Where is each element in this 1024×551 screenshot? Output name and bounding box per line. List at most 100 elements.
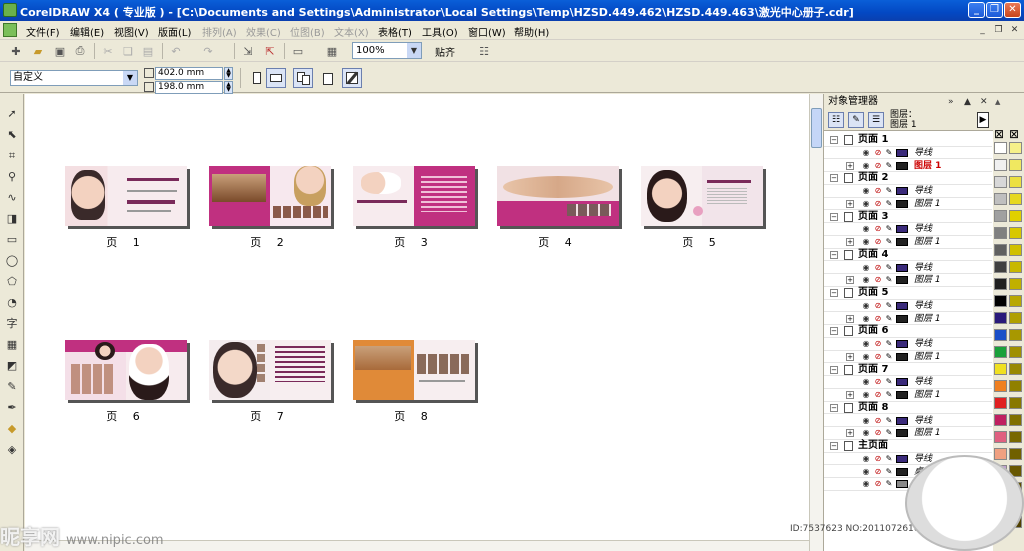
landscape-icon[interactable]: [266, 68, 286, 88]
palette-swatch[interactable]: [994, 295, 1007, 307]
menu-arrange[interactable]: 排列(A): [202, 24, 237, 39]
zoom-level-select[interactable]: 100% ▼: [352, 42, 422, 59]
object-tree-layer[interactable]: + ◉ ⊘ ✎ 图层 1: [824, 313, 992, 326]
pencil-icon[interactable]: ✎: [884, 339, 894, 348]
palette-swatch[interactable]: [994, 346, 1007, 358]
smart-fill-tool-icon[interactable]: ◨: [4, 211, 20, 227]
palette-swatch[interactable]: [1009, 142, 1022, 154]
printer-icon[interactable]: ⊘: [873, 237, 883, 246]
collapse-icon[interactable]: −: [830, 174, 838, 183]
palette-swatch[interactable]: [994, 312, 1007, 324]
palette-scroll-up-icon[interactable]: ▲: [995, 98, 1000, 106]
copy-icon[interactable]: ❏: [120, 43, 136, 59]
menu-bitmaps[interactable]: 位图(B): [290, 24, 325, 39]
menu-window[interactable]: 窗口(W): [468, 24, 506, 39]
palette-swatch[interactable]: [994, 176, 1007, 188]
expand-icon[interactable]: +: [846, 352, 854, 361]
import-icon[interactable]: ⇲: [240, 43, 256, 59]
table-tool-icon[interactable]: ▦: [4, 337, 20, 353]
palette-swatch[interactable]: [1009, 346, 1022, 358]
printer-icon[interactable]: ⊘: [873, 301, 883, 310]
pencil-icon[interactable]: ✎: [884, 224, 894, 233]
expand-icon[interactable]: +: [846, 276, 854, 285]
palette-swatch[interactable]: [994, 278, 1007, 290]
eye-icon[interactable]: ◉: [861, 377, 871, 386]
object-tree-page[interactable]: − 页面 8: [824, 401, 992, 415]
palette-swatch[interactable]: [994, 363, 1007, 375]
maximize-button[interactable]: ❐: [986, 2, 1003, 18]
snap-to-button[interactable]: 贴齐: [435, 44, 455, 59]
object-tree-layer[interactable]: + ◉ ⊘ ✎ 图层 1: [824, 389, 992, 402]
palette-swatch[interactable]: [994, 380, 1007, 392]
outline-pen-tool-icon[interactable]: ✒: [4, 400, 20, 416]
eye-icon[interactable]: ◉: [861, 352, 871, 361]
show-properties-icon[interactable]: ☷: [828, 112, 844, 128]
edit-across-layers-icon[interactable]: ✎: [848, 112, 864, 128]
object-tree-layer[interactable]: + ◉ ⊘ ✎ 图层 1: [824, 274, 992, 287]
menu-table[interactable]: 表格(T): [378, 24, 412, 39]
zoom-tool-icon[interactable]: ⚲: [4, 169, 20, 185]
print-icon[interactable]: ⎙: [72, 43, 88, 59]
fill-tool-icon[interactable]: ◆: [4, 421, 20, 437]
object-tree-page[interactable]: − 页面 1: [824, 134, 992, 147]
printer-icon[interactable]: ⊘: [873, 479, 883, 488]
pencil-icon[interactable]: ✎: [884, 199, 894, 208]
page-thumbnail-4[interactable]: [497, 166, 619, 226]
pencil-icon[interactable]: ✎: [884, 263, 894, 272]
no-color-icon[interactable]: ⊠: [1009, 128, 1019, 140]
palette-swatch[interactable]: [994, 193, 1007, 205]
document-canvas[interactable]: 页 1 页 2 页 3 页 4 页 5 页 6 页 7 页 8: [25, 94, 809, 540]
document-icon[interactable]: [3, 23, 17, 37]
layer-manager-view-icon[interactable]: ☰: [868, 112, 884, 128]
width-spinner[interactable]: ▲ ▼: [224, 67, 233, 80]
basic-shapes-tool-icon[interactable]: ◔: [4, 295, 20, 311]
pencil-icon[interactable]: ✎: [884, 301, 894, 310]
page-thumbnail-1[interactable]: [65, 166, 187, 226]
eye-icon[interactable]: ◉: [861, 199, 871, 208]
menu-tools[interactable]: 工具(O): [422, 24, 458, 39]
eye-icon[interactable]: ◉: [861, 148, 871, 157]
edit-page-icon[interactable]: [342, 68, 362, 88]
doc-restore-button[interactable]: ❐: [992, 24, 1005, 36]
printer-icon[interactable]: ⊘: [873, 390, 883, 399]
menu-file[interactable]: 文件(F): [26, 24, 60, 39]
object-tree-layer[interactable]: + ◉ ⊘ ✎ 图层 1: [824, 236, 992, 249]
pencil-icon[interactable]: ✎: [884, 148, 894, 157]
printer-icon[interactable]: ⊘: [873, 377, 883, 386]
paper-type-select[interactable]: 自定义 ▼: [10, 70, 138, 86]
collapse-icon[interactable]: −: [830, 289, 838, 297]
current-page-icon[interactable]: [318, 68, 338, 88]
vertical-scrollbar-thumb[interactable]: [811, 108, 822, 148]
page-thumbnail-8[interactable]: [353, 340, 475, 400]
page-thumbnail-3[interactable]: [353, 166, 475, 226]
eye-icon[interactable]: ◉: [861, 263, 871, 272]
printer-icon[interactable]: ⊘: [873, 467, 883, 476]
palette-swatch[interactable]: [1009, 380, 1022, 392]
eye-icon[interactable]: ◉: [861, 161, 871, 170]
collapse-icon[interactable]: −: [830, 442, 838, 450]
page-width-input[interactable]: 402.0 mm: [155, 67, 223, 80]
eye-icon[interactable]: ◉: [861, 467, 871, 476]
object-tree-layer[interactable]: ◉ ⊘ ✎ 导线: [824, 185, 992, 198]
object-tree-layer[interactable]: + ◉ ⊘ ✎ 图层 1: [824, 198, 992, 211]
expand-panel-icon[interactable]: »: [948, 95, 954, 110]
palette-swatch[interactable]: [1009, 295, 1022, 307]
object-tree-layer[interactable]: ◉ ⊘ ✎ 导线: [824, 300, 992, 313]
rectangle-tool-icon[interactable]: ▭: [4, 232, 20, 248]
printer-icon[interactable]: ⊘: [873, 428, 883, 437]
expand-icon[interactable]: +: [846, 199, 854, 208]
printer-icon[interactable]: ⊘: [873, 148, 883, 157]
object-tree-page[interactable]: − 页面 2: [824, 172, 992, 185]
object-tree-layer[interactable]: ◉ ⊘ ✎ 导线: [824, 223, 992, 236]
printer-icon[interactable]: ⊘: [873, 339, 883, 348]
object-tree-layer[interactable]: + ◉ ⊘ ✎ 图层 1: [824, 160, 992, 173]
ellipse-tool-icon[interactable]: ◯: [4, 253, 20, 269]
freehand-tool-icon[interactable]: ∿: [4, 190, 20, 206]
printer-icon[interactable]: ⊘: [873, 161, 883, 170]
paste-icon[interactable]: ▤: [140, 43, 156, 59]
object-tree-page[interactable]: − 页面 7: [824, 363, 992, 377]
collapse-icon[interactable]: −: [830, 327, 838, 336]
palette-swatch[interactable]: [994, 329, 1007, 341]
cut-icon[interactable]: ✂: [100, 43, 116, 59]
minimize-button[interactable]: _: [968, 2, 985, 18]
